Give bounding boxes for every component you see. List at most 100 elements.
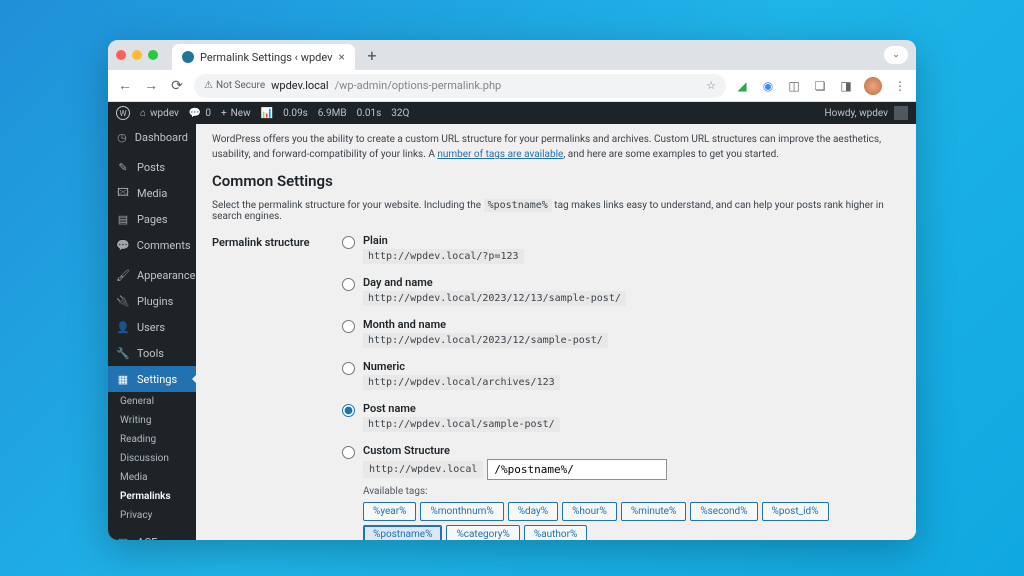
- radio-dayname[interactable]: [342, 278, 355, 291]
- permalink-structure-label: Permalink structure: [212, 234, 322, 249]
- radio-custom[interactable]: [342, 446, 355, 459]
- comments-count[interactable]: 💬 0: [189, 108, 211, 119]
- tag-button[interactable]: %postname%: [363, 525, 442, 540]
- browser-tab[interactable]: Permalink Settings ‹ wpdev ×: [172, 44, 355, 70]
- custom-structure-input[interactable]: [487, 459, 667, 480]
- code-monthname: http://wpdev.local/2023/12/sample-post/: [363, 333, 608, 348]
- tab-title: Permalink Settings ‹ wpdev: [200, 51, 332, 64]
- wp-admin: W ⌂ wpdev 💬 0 + New 📊 0.09s 6.9MB 0.01s …: [108, 102, 916, 540]
- tabs-dropdown-button[interactable]: ⌄: [884, 46, 908, 64]
- menu-comments[interactable]: 💬Comments: [108, 232, 196, 258]
- submenu-general[interactable]: General: [108, 392, 196, 411]
- extensions-icon[interactable]: ❏: [812, 78, 828, 94]
- menu-tools[interactable]: 🔧Tools: [108, 340, 196, 366]
- new-tab-button[interactable]: +: [361, 44, 383, 66]
- appearance-icon: 🖌: [116, 268, 130, 282]
- howdy-text[interactable]: Howdy, wpdev: [824, 108, 888, 119]
- extension-icons: ◢ ◉ ◫ ❏ ◨ ⋮: [734, 77, 908, 95]
- menu-icon[interactable]: ⋮: [892, 78, 908, 94]
- radio-plain[interactable]: [342, 236, 355, 249]
- tag-button[interactable]: %hour%: [562, 502, 617, 521]
- tab-bar: Permalink Settings ‹ wpdev × + ⌄: [108, 40, 916, 70]
- media-icon: 🖾: [116, 186, 130, 200]
- available-tags: %year%%monthnum% %day%%hour%%minute%%seco…: [363, 502, 900, 540]
- url-domain: wpdev.local: [271, 79, 328, 92]
- menu-pages[interactable]: ▤Pages: [108, 206, 196, 232]
- qm-mem[interactable]: 6.9MB: [318, 108, 347, 119]
- maximize-window-button[interactable]: [148, 50, 158, 60]
- postname-tag-code: %postname%: [484, 199, 552, 212]
- comments-icon: 💬: [116, 238, 130, 252]
- heading-common-settings: Common Settings: [212, 172, 900, 190]
- submenu-permalinks[interactable]: Permalinks: [108, 487, 196, 506]
- user-avatar[interactable]: [894, 106, 908, 120]
- minimize-window-button[interactable]: [132, 50, 142, 60]
- back-button[interactable]: ←: [116, 77, 134, 95]
- menu-dashboard[interactable]: ◷Dashboard: [108, 124, 196, 150]
- sidepanel-icon[interactable]: ◨: [838, 78, 854, 94]
- wp-body: ◷Dashboard ✎Posts 🖾Media ▤Pages 💬Comment…: [108, 124, 916, 540]
- tag-button[interactable]: %post_id%: [762, 502, 829, 521]
- menu-media[interactable]: 🖾Media: [108, 180, 196, 206]
- users-icon: 👤: [116, 320, 130, 334]
- tag-button[interactable]: %author%: [524, 525, 587, 540]
- option-dayname: Day and name http://wpdev.local/2023/12/…: [342, 276, 900, 314]
- menu-appearance[interactable]: 🖌Appearance: [108, 262, 196, 288]
- permalink-structure-row: Permalink structure Plain http://wpdev.l…: [212, 234, 900, 540]
- tags-docs-link[interactable]: number of tags are available: [437, 149, 563, 160]
- submenu-writing[interactable]: Writing: [108, 411, 196, 430]
- submenu-discussion[interactable]: Discussion: [108, 449, 196, 468]
- qm-queries[interactable]: 32Q: [391, 108, 409, 119]
- profile-avatar[interactable]: [864, 77, 882, 95]
- yoast-indicator[interactable]: 📊: [261, 108, 273, 119]
- tag-button[interactable]: %day%: [508, 502, 558, 521]
- radio-numeric[interactable]: [342, 362, 355, 375]
- forward-button[interactable]: →: [142, 77, 160, 95]
- tag-button[interactable]: %year%: [363, 502, 416, 521]
- admin-bar: W ⌂ wpdev 💬 0 + New 📊 0.09s 6.9MB 0.01s …: [108, 102, 916, 124]
- tag-button[interactable]: %second%: [690, 502, 757, 521]
- ext-icon-2[interactable]: ◉: [760, 78, 776, 94]
- tag-button[interactable]: %monthnum%: [420, 502, 503, 521]
- close-window-button[interactable]: [116, 50, 126, 60]
- menu-plugins[interactable]: 🔌Plugins: [108, 288, 196, 314]
- menu-settings[interactable]: ▦Settings: [108, 366, 196, 392]
- submenu-privacy[interactable]: Privacy: [108, 506, 196, 525]
- code-postname: http://wpdev.local/sample-post/: [363, 417, 560, 432]
- option-custom: Custom Structure http://wpdev.local Avai…: [342, 444, 900, 540]
- label-plain: Plain: [363, 234, 900, 247]
- submenu-media[interactable]: Media: [108, 468, 196, 487]
- plugins-icon: 🔌: [116, 294, 130, 308]
- tag-button[interactable]: %minute%: [621, 502, 686, 521]
- custom-input-row: http://wpdev.local: [363, 459, 900, 480]
- new-button[interactable]: + New: [221, 108, 251, 119]
- wp-logo[interactable]: W: [116, 106, 130, 120]
- label-custom: Custom Structure: [363, 444, 900, 457]
- close-tab-icon[interactable]: ×: [338, 50, 344, 64]
- bookmark-icon[interactable]: ☆: [706, 79, 716, 92]
- menu-users[interactable]: 👤Users: [108, 314, 196, 340]
- submenu-reading[interactable]: Reading: [108, 430, 196, 449]
- url-path: /wp-admin/options-permalink.php: [335, 79, 502, 92]
- radio-monthname[interactable]: [342, 320, 355, 333]
- ext-icon-3[interactable]: ◫: [786, 78, 802, 94]
- intro-text: WordPress offers you the ability to crea…: [212, 132, 900, 162]
- menu-acf[interactable]: ▣ACF: [108, 529, 196, 540]
- site-name[interactable]: ⌂ wpdev: [140, 108, 179, 119]
- menu-posts[interactable]: ✎Posts: [108, 154, 196, 180]
- qm-time[interactable]: 0.09s: [283, 108, 308, 119]
- option-numeric: Numeric http://wpdev.local/archives/123: [342, 360, 900, 398]
- radio-postname[interactable]: [342, 404, 355, 417]
- pages-icon: ▤: [116, 212, 130, 226]
- option-postname: Post name http://wpdev.local/sample-post…: [342, 402, 900, 440]
- browser-window: Permalink Settings ‹ wpdev × + ⌄ ← → ⟳ N…: [108, 40, 916, 540]
- label-numeric: Numeric: [363, 360, 900, 373]
- option-plain: Plain http://wpdev.local/?p=123: [342, 234, 900, 272]
- tag-button[interactable]: %category%: [446, 525, 519, 540]
- reload-button[interactable]: ⟳: [168, 77, 186, 95]
- qm-time2[interactable]: 0.01s: [357, 108, 382, 119]
- tools-icon: 🔧: [116, 346, 130, 360]
- url-field[interactable]: Not Secure wpdev.local/wp-admin/options-…: [194, 74, 726, 98]
- ext-icon-1[interactable]: ◢: [734, 78, 750, 94]
- window-controls: [116, 50, 158, 60]
